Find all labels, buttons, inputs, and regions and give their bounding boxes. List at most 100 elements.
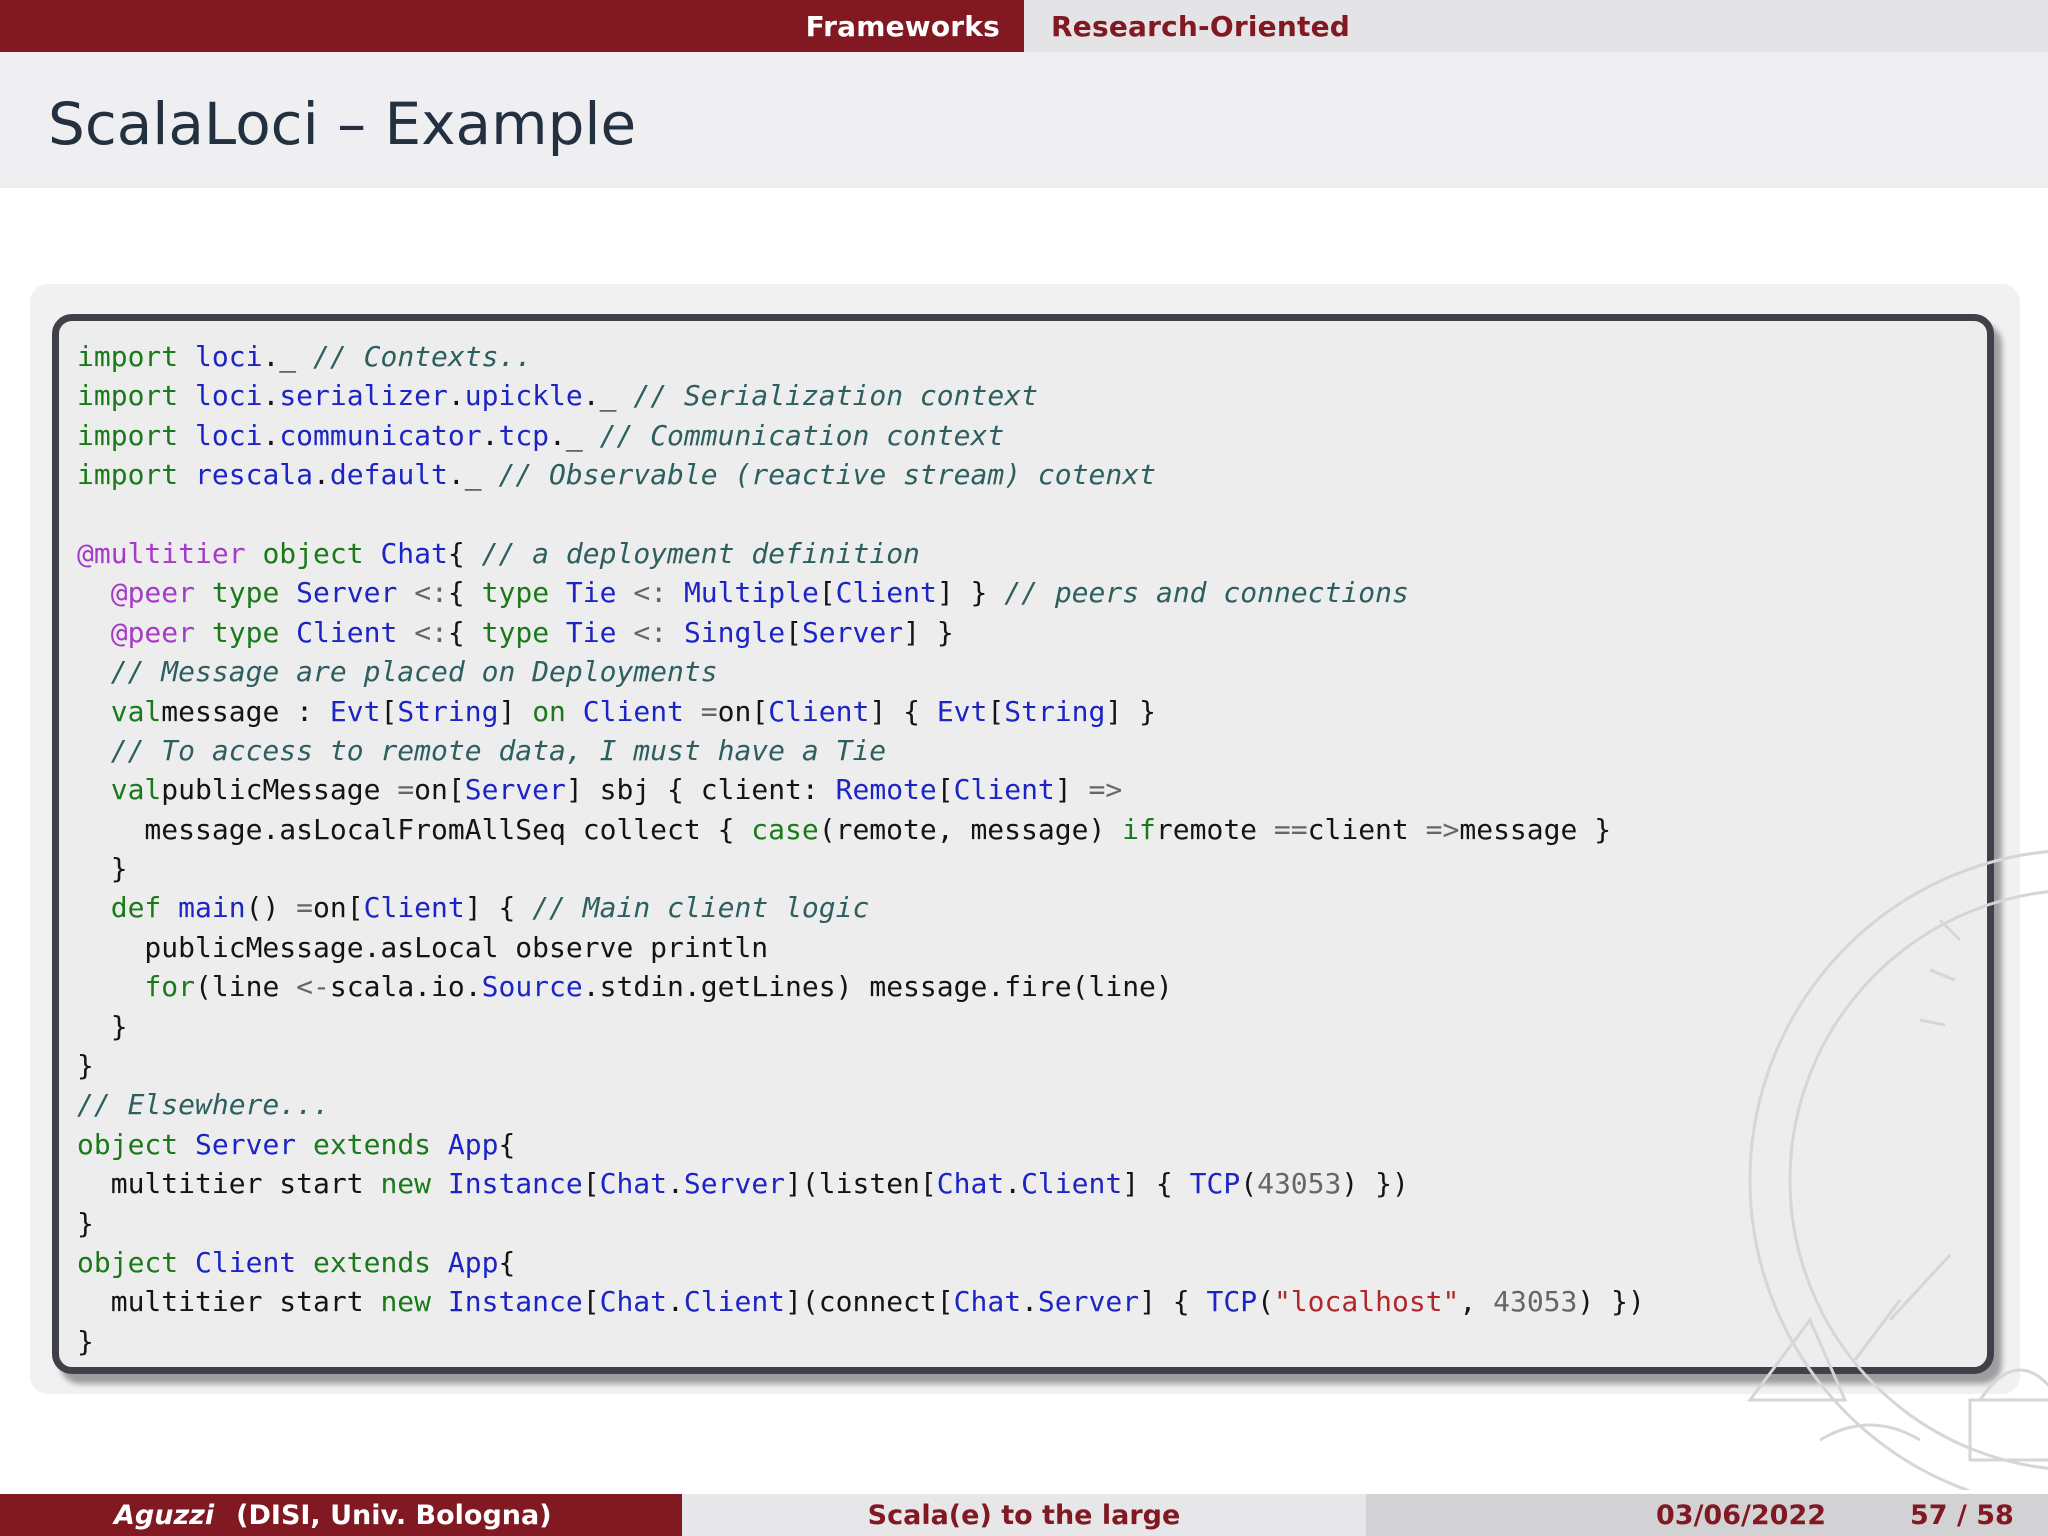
code-token: . bbox=[262, 418, 280, 452]
code-token: // Communication context bbox=[599, 418, 1005, 452]
code-token: ] } bbox=[903, 615, 954, 649]
code-token: if bbox=[1122, 812, 1156, 846]
code-token: . bbox=[447, 379, 465, 413]
code-token: { bbox=[447, 615, 482, 649]
code-token: => bbox=[1088, 773, 1123, 807]
code-token: loci bbox=[195, 379, 263, 413]
footer-author: Aguzzi bbox=[114, 1499, 215, 1531]
code-token: multitier start bbox=[77, 1167, 381, 1201]
code-token: { bbox=[498, 1245, 516, 1279]
code-token: } bbox=[77, 852, 128, 886]
code-token: type bbox=[211, 576, 297, 610]
code-token: Client bbox=[195, 1245, 314, 1279]
code-token: Client bbox=[582, 694, 701, 728]
code-token: // a deployment definition bbox=[481, 536, 920, 570]
frame-title: ScalaLoci – Example bbox=[48, 90, 637, 158]
code-token: = bbox=[397, 773, 415, 807]
code-token: message : bbox=[161, 694, 330, 728]
code-token: App bbox=[447, 1127, 499, 1161]
code-token: new bbox=[380, 1285, 448, 1319]
code-token: Chat bbox=[953, 1285, 1022, 1319]
code-line: } bbox=[77, 1204, 1645, 1243]
code-token: "localhost" bbox=[1273, 1285, 1460, 1319]
code-line: publicMessage.asLocal observe println bbox=[77, 928, 1645, 967]
code-token: <: bbox=[633, 576, 684, 610]
code-token: Evt bbox=[936, 694, 988, 728]
code-token: Multiple bbox=[683, 576, 819, 610]
code-token: TCP bbox=[1206, 1285, 1258, 1319]
code-line: multitier start new Instance[Chat.Client… bbox=[77, 1282, 1645, 1321]
code-token: . bbox=[313, 458, 330, 492]
code-token: serializer bbox=[279, 379, 448, 413]
code-line: @peer type Server <:{ type Tie <: Multip… bbox=[77, 573, 1645, 612]
code-token: = bbox=[296, 891, 314, 925]
code-token: tcp bbox=[498, 418, 550, 452]
code-token: val bbox=[110, 773, 162, 807]
code-token: extends bbox=[313, 1245, 448, 1279]
code-token: // Contexts.. bbox=[313, 340, 533, 373]
code-line: def main() =on[Client] { // Main client … bbox=[77, 888, 1645, 927]
code-token: { bbox=[447, 576, 482, 610]
code-token: Client bbox=[1021, 1167, 1123, 1201]
code-token: Server bbox=[1037, 1285, 1140, 1319]
code-token: on[ bbox=[717, 694, 769, 728]
code-token: @multitier bbox=[77, 536, 263, 570]
code-token: () bbox=[245, 891, 297, 925]
code-line: for(line <-scala.io.Source.stdin.getLine… bbox=[77, 967, 1645, 1006]
code-token: // To access to remote data, I must have… bbox=[110, 733, 887, 767]
nav-section-frameworks[interactable]: Frameworks bbox=[806, 10, 1024, 43]
code-token: Server bbox=[683, 1167, 786, 1201]
code-token: . bbox=[667, 1285, 684, 1319]
code-token: Client bbox=[296, 615, 415, 649]
code-token: main bbox=[178, 891, 246, 925]
footer-institution: (DISI, Univ. Bologna) bbox=[236, 1499, 552, 1531]
code-token: (line bbox=[195, 970, 297, 1004]
frame-title-band: ScalaLoci – Example bbox=[0, 52, 2048, 188]
code-token: Client bbox=[953, 773, 1055, 807]
code-token: [ bbox=[987, 694, 1005, 728]
code-token: Client bbox=[835, 576, 937, 610]
code-token: [ bbox=[785, 615, 802, 649]
code-token: import bbox=[77, 340, 196, 373]
code-token: [ bbox=[818, 576, 836, 610]
code-token: type bbox=[211, 615, 297, 649]
code-token: .stdin.getLines) message.fire(line) bbox=[582, 970, 1173, 1004]
code-token: ] sbj { client: bbox=[565, 773, 836, 807]
code-line: @peer type Client <:{ type Tie <: Single… bbox=[77, 613, 1645, 652]
code-token: import bbox=[77, 379, 196, 413]
nav-section-research-oriented[interactable]: Research-Oriented bbox=[1024, 10, 1350, 43]
code-token: ) }) bbox=[1577, 1285, 1645, 1319]
footer-date: 03/06/2022 bbox=[1656, 1499, 1827, 1531]
code-token: // Observable (reactive stream) cotenxt bbox=[498, 458, 1156, 492]
code-token: <- bbox=[296, 970, 330, 1004]
code-token: { bbox=[447, 536, 482, 570]
code-token: publicMessage.asLocal observe println bbox=[77, 930, 769, 964]
code-token: Server bbox=[195, 1127, 314, 1161]
code-token: Instance bbox=[447, 1167, 583, 1201]
footer-page-number: 57 / 58 bbox=[1910, 1499, 2014, 1531]
code-token: Source bbox=[481, 970, 583, 1004]
code-token: Client bbox=[768, 694, 870, 728]
code-token: ( bbox=[1257, 1285, 1274, 1319]
code-token: ._ bbox=[447, 458, 499, 492]
code-line: } bbox=[77, 849, 1645, 888]
code-token: [ bbox=[936, 773, 954, 807]
code-token: Chat bbox=[936, 1167, 1005, 1201]
code-token: // peers and connections bbox=[1004, 576, 1409, 610]
code-token: ] } bbox=[936, 576, 1005, 610]
code-token: on[ bbox=[414, 773, 465, 807]
code-token: } bbox=[77, 1206, 94, 1240]
code-line: valpublicMessage =on[Server] sbj { clien… bbox=[77, 770, 1645, 809]
code-token: object bbox=[262, 536, 381, 570]
code-line: // To access to remote data, I must have… bbox=[77, 731, 1645, 770]
code-token: Client bbox=[363, 891, 465, 925]
code-token: Server bbox=[801, 615, 904, 649]
code-token: Remote bbox=[835, 773, 937, 807]
code-token: ) }) bbox=[1341, 1167, 1409, 1201]
